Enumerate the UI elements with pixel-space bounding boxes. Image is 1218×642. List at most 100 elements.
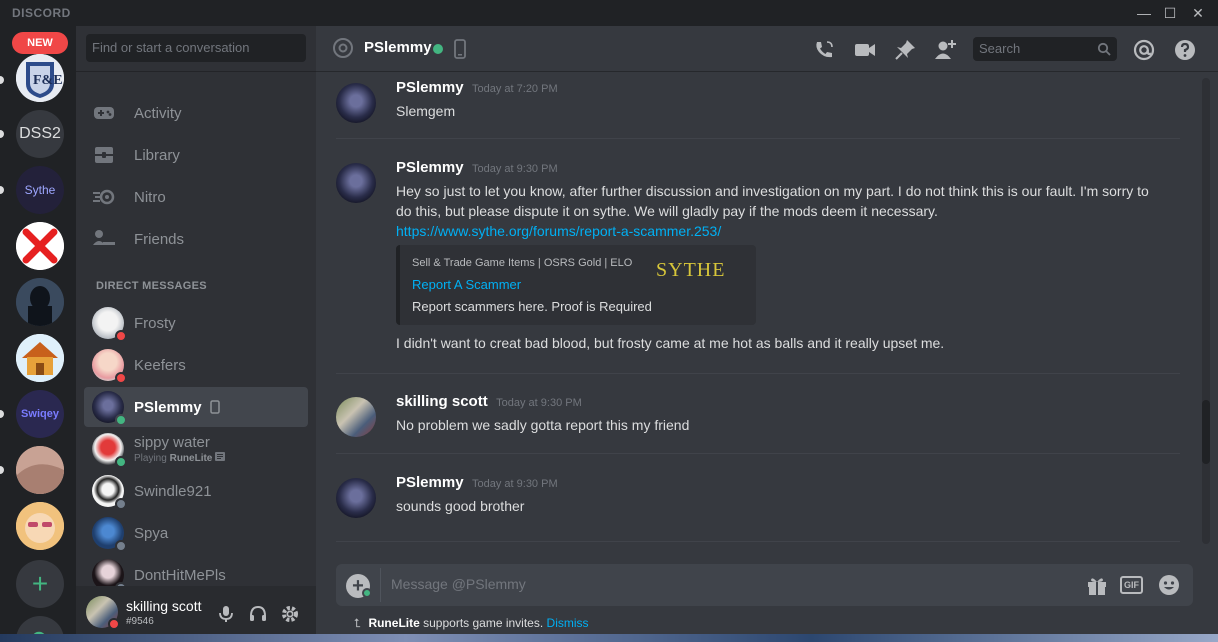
server-icon-dss2[interactable]: DSS2 — [16, 110, 64, 158]
mentions-icon[interactable] — [1132, 38, 1156, 62]
close-button[interactable]: ✕ — [1188, 4, 1208, 22]
nav-friends[interactable]: Friends — [84, 219, 308, 259]
message: PSlemmy Today at 7:20 PM Slemgem — [336, 79, 1176, 129]
cartoon-face-icon — [16, 502, 64, 550]
dm-name: Spya — [134, 524, 169, 542]
guild-label: F&E — [33, 73, 63, 88]
dm-item-frosty[interactable]: Frosty — [84, 303, 308, 343]
avatar[interactable] — [336, 163, 376, 203]
server-icon-face[interactable] — [16, 502, 64, 550]
video-call-icon[interactable] — [853, 38, 877, 62]
dm-name: Swindle921 — [134, 482, 212, 500]
embed-provider: Sell & Trade Game Items | OSRS Gold | EL… — [412, 257, 633, 269]
avatar[interactable] — [336, 397, 376, 437]
gift-icon[interactable] — [1086, 574, 1108, 596]
recipient-name: PSlemmy — [364, 39, 432, 56]
gamepad-icon — [92, 101, 116, 125]
sythe-logo-thumbnail[interactable]: SYTHE — [654, 255, 744, 281]
dm-name: Keefers — [134, 356, 186, 374]
microphone-icon[interactable] — [216, 604, 236, 624]
unread-pip — [0, 410, 4, 418]
message-text: No problem we sadly gotta report this my… — [396, 417, 690, 433]
scrollbar-track[interactable] — [1202, 78, 1210, 544]
voice-call-icon[interactable] — [812, 38, 836, 62]
message-link[interactable]: https://www.sythe.org/forums/report-a-sc… — [396, 221, 1166, 241]
search-input[interactable]: Search — [973, 37, 1117, 61]
message-text: sounds good brother — [396, 498, 525, 514]
dm-item-keefers[interactable]: Keefers — [84, 345, 308, 385]
message-timestamp: Today at 9:30 PM — [472, 478, 558, 490]
server-icon-sythe[interactable]: Sythe — [16, 166, 64, 214]
new-badge[interactable]: NEW — [12, 32, 68, 54]
avatar — [92, 391, 127, 426]
nav-label: Nitro — [134, 188, 166, 206]
current-username: skilling scott — [126, 598, 202, 614]
status-dnd-indicator — [115, 372, 127, 384]
dm-item-pslemmy[interactable]: PSlemmy — [84, 387, 308, 427]
nitro-icon — [92, 185, 116, 209]
server-icon-red-x[interactable] — [16, 222, 64, 270]
nav-library[interactable]: Library — [84, 135, 308, 175]
fe-logo-icon: F&E — [16, 54, 64, 102]
message-author[interactable]: PSlemmy — [396, 79, 464, 96]
headphones-icon[interactable] — [248, 604, 268, 624]
guild-label: Swiqey — [21, 408, 59, 420]
friends-icon — [92, 227, 116, 251]
chat-area: PSlemmy Search PSlemmy Today at 7:20 PM … — [316, 26, 1218, 642]
message-author[interactable]: skilling scott — [396, 393, 488, 410]
pin-icon[interactable] — [893, 38, 917, 62]
nav-nitro[interactable]: Nitro — [84, 177, 308, 217]
message-input[interactable]: Message @PSlemmy — [391, 576, 526, 592]
unread-pip — [0, 76, 4, 84]
embed-title-link[interactable]: Report A Scammer — [412, 277, 521, 292]
message-composer: + Message @PSlemmy GIF — [336, 564, 1193, 606]
dm-name: PSlemmy — [134, 398, 202, 416]
maximize-button[interactable]: ☐ — [1160, 4, 1180, 22]
avatar[interactable] — [336, 478, 376, 518]
avatar — [92, 475, 127, 510]
message-divider — [336, 373, 1180, 374]
server-icon-house[interactable] — [16, 334, 64, 382]
dm-item-swindle921[interactable]: Swindle921 — [84, 471, 308, 511]
help-icon[interactable] — [1173, 38, 1197, 62]
message-author[interactable]: PSlemmy — [396, 159, 464, 176]
server-icon-dark[interactable] — [16, 278, 64, 326]
nav-label: Friends — [134, 230, 185, 248]
message-body: Hey so just to let you know, after furth… — [396, 183, 1149, 219]
title-bar: DISCORD — ☐ ✕ — [0, 0, 1218, 26]
status-online-indicator — [115, 456, 127, 468]
message-text: I didn't want to creat bad blood, but fr… — [396, 335, 945, 351]
dm-item-spya[interactable]: Spya — [84, 513, 308, 553]
settings-gear-icon[interactable] — [280, 604, 300, 624]
message-text: Slemgem — [396, 103, 456, 119]
scrollbar-thumb[interactable] — [1202, 400, 1210, 464]
server-icon-photo[interactable] — [16, 446, 64, 494]
embed-description: Report scammers here. Proof is Required — [412, 299, 652, 314]
dm-name: Frosty — [134, 314, 176, 332]
avatar[interactable] — [336, 83, 376, 123]
message-timestamp: Today at 9:30 PM — [496, 397, 582, 409]
add-server-button[interactable]: + — [16, 560, 64, 608]
avatar — [92, 517, 127, 552]
nav-activity[interactable]: Activity — [84, 93, 308, 133]
dm-name: sippy water — [134, 434, 210, 451]
dm-item-sippy-water[interactable]: sippy water Playing RuneLite — [84, 429, 308, 469]
find-conversation-input[interactable]: Find or start a conversation — [86, 34, 306, 62]
nav-label: Library — [134, 146, 180, 164]
message: PSlemmy Today at 9:30 PM sounds good bro… — [336, 474, 1176, 524]
activity-prefix: Playing — [134, 453, 167, 464]
status-dnd-indicator — [108, 618, 120, 630]
dismiss-link[interactable]: Dismiss — [547, 616, 589, 630]
server-icon-swiqey[interactable]: Swiqey — [16, 390, 64, 438]
minimize-button[interactable]: — — [1134, 4, 1154, 22]
invite-app-name: RuneLite — [368, 616, 420, 630]
avatar — [92, 349, 127, 384]
hooded-figure-icon — [16, 278, 64, 326]
gif-button[interactable]: GIF — [1120, 576, 1143, 594]
emoji-icon[interactable] — [1158, 574, 1180, 596]
server-icon-fe[interactable]: F&E — [16, 54, 64, 102]
add-friend-icon[interactable] — [933, 38, 957, 62]
user-tag: #9546 — [126, 616, 154, 627]
divider — [76, 71, 316, 72]
message-author[interactable]: PSlemmy — [396, 474, 464, 491]
